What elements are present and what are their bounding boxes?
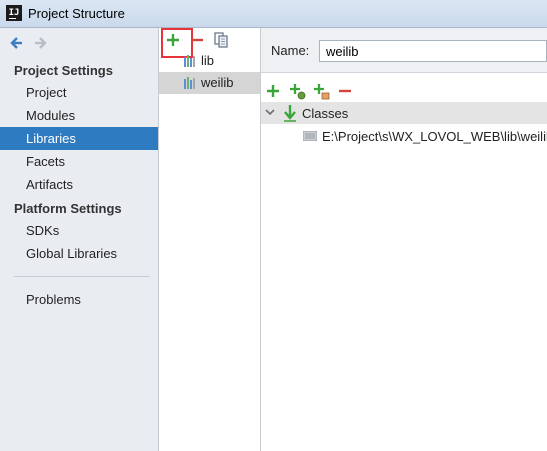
detail-toolbar xyxy=(261,80,547,102)
platform-settings-heading: Platform Settings xyxy=(14,201,122,216)
sidebar-item-modules[interactable]: Modules xyxy=(0,104,158,127)
tree-node-classes[interactable]: Classes xyxy=(261,102,547,124)
name-row: Name: xyxy=(261,28,547,73)
title-bar: IJ Project Structure xyxy=(0,0,547,28)
name-label: Name: xyxy=(271,43,310,58)
jar-directory-icon xyxy=(303,131,317,141)
remove-icon xyxy=(339,89,351,93)
classes-download-icon xyxy=(284,105,296,122)
sidebar-item-global-libraries[interactable]: Global Libraries xyxy=(0,242,158,265)
libraries-list-panel: lib weilib xyxy=(159,28,261,451)
back-arrow-icon[interactable] xyxy=(8,35,24,51)
add-special-root-button[interactable] xyxy=(288,82,306,100)
sidebar-item-artifacts[interactable]: Artifacts xyxy=(0,173,158,196)
copy-icon xyxy=(214,32,228,48)
tree-node-path-label: E:\Project\s\WX_LOVOL_WEB\lib\weilib xyxy=(322,129,547,144)
sidebar-divider xyxy=(14,276,150,277)
library-item-lib[interactable]: lib xyxy=(159,50,260,72)
add-icon xyxy=(267,85,279,97)
copy-library-button[interactable] xyxy=(212,31,230,49)
window-title: Project Structure xyxy=(28,6,125,21)
sidebar-item-project[interactable]: Project xyxy=(0,81,158,104)
attach-files-button[interactable] xyxy=(312,82,330,100)
library-label: weilib xyxy=(201,75,234,90)
sidebar-item-problems[interactable]: Problems xyxy=(0,288,158,311)
tree-node-jar-path[interactable]: E:\Project\s\WX_LOVOL_WEB\lib\weilib xyxy=(261,125,547,147)
intellij-app-icon: IJ xyxy=(6,5,22,21)
remove-root-button[interactable] xyxy=(336,82,354,100)
sidebar-item-sdks[interactable]: SDKs xyxy=(0,219,158,242)
library-name-input[interactable] xyxy=(319,40,547,62)
settings-sidebar: Project Settings Project Modules Librari… xyxy=(0,28,159,451)
library-icon xyxy=(184,55,195,67)
library-label: lib xyxy=(201,53,215,68)
add-root-button[interactable] xyxy=(264,82,282,100)
sidebar-item-libraries[interactable]: Libraries xyxy=(0,127,158,150)
sidebar-item-facets[interactable]: Facets xyxy=(0,150,158,173)
library-icon xyxy=(184,77,195,89)
remove-icon xyxy=(191,38,203,42)
libraries-toolbar xyxy=(159,28,260,58)
chevron-down-icon[interactable] xyxy=(265,107,275,117)
tree-node-label: Classes xyxy=(302,106,349,121)
forward-arrow-icon[interactable] xyxy=(33,35,49,51)
library-item-weilib[interactable]: weilib xyxy=(159,72,260,94)
add-library-button[interactable] xyxy=(161,28,193,58)
attach-icon xyxy=(314,84,330,100)
add-special-icon xyxy=(290,84,306,100)
project-settings-heading: Project Settings xyxy=(14,63,113,78)
remove-library-button[interactable] xyxy=(188,31,206,49)
library-detail-panel: Name: weilib Classes E:\Project\s\WX_LOV… xyxy=(261,28,547,451)
